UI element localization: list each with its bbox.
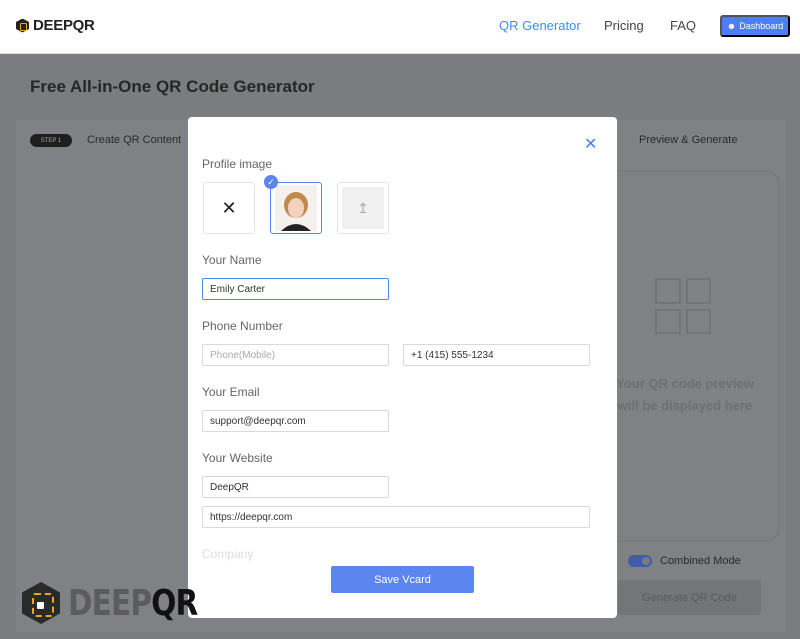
- generate-qr-button[interactable]: Generate QR Code: [618, 580, 761, 615]
- profile-photo: [275, 185, 317, 231]
- qr-placeholder-icon: [655, 278, 711, 334]
- step1-label: Create QR Content: [87, 134, 182, 146]
- combined-mode-label: Combined Mode: [660, 555, 741, 567]
- profile-image-label: Profile image: [202, 157, 273, 171]
- no-image-option[interactable]: ✕: [203, 182, 255, 234]
- profile-photo-option[interactable]: [270, 182, 322, 234]
- watermark-text: DEEPQR: [68, 582, 198, 624]
- website-url-input[interactable]: [202, 506, 590, 528]
- phone-preview-frame: [605, 170, 780, 542]
- phone-label: Phone Number: [202, 319, 283, 333]
- preview-placeholder: Your QR code preview will be displayed he…: [600, 373, 770, 417]
- name-input[interactable]: [202, 278, 389, 300]
- upload-image-option[interactable]: ↥: [337, 182, 389, 234]
- watermark-deep: DEEP: [68, 582, 152, 624]
- x-icon: ✕: [221, 197, 237, 218]
- watermark-logo: DEEPQR: [22, 582, 226, 624]
- dashboard-label: Dashboard: [739, 21, 784, 31]
- upload-icon: ↥: [342, 187, 384, 229]
- email-label: Your Email: [202, 385, 260, 399]
- top-nav-bar: DEEPQR QR Generator Pricing FAQ ☻ Dashboa…: [0, 0, 800, 54]
- nav-pricing[interactable]: Pricing: [604, 18, 644, 33]
- website-name-input[interactable]: [202, 476, 389, 498]
- vcard-modal: ✕ Profile image ✕ ✓ ↥ Your Name Phone Nu…: [188, 117, 617, 618]
- step2-label: Preview & Generate: [639, 134, 738, 146]
- page-title: Free All-in-One QR Code Generator: [30, 77, 315, 96]
- preview-line-2: will be displayed here: [617, 398, 753, 413]
- logo-icon: [16, 18, 29, 33]
- company-label: Company: [202, 547, 254, 561]
- dashboard-button[interactable]: ☻ Dashboard: [720, 15, 790, 37]
- step1-badge: STEP 1: [30, 134, 72, 147]
- phone-input[interactable]: [403, 344, 590, 366]
- phone-mobile-input[interactable]: [202, 344, 389, 366]
- selected-check-icon: ✓: [264, 175, 278, 189]
- brand-name: DEEPQR: [33, 17, 95, 34]
- watermark-qr: QR: [151, 582, 198, 624]
- close-icon[interactable]: ✕: [584, 134, 597, 154]
- website-label: Your Website: [202, 451, 273, 465]
- user-icon: ☻: [726, 21, 737, 31]
- deepqr-logo-icon: [22, 582, 60, 624]
- nav-faq[interactable]: FAQ: [670, 18, 696, 33]
- save-vcard-button[interactable]: Save Vcard: [331, 566, 474, 593]
- preview-line-1: Your QR code preview: [616, 376, 754, 391]
- email-input[interactable]: [202, 410, 389, 432]
- nav-qr-generator[interactable]: QR Generator: [499, 18, 581, 33]
- name-label: Your Name: [202, 253, 262, 267]
- combined-mode-toggle[interactable]: [628, 555, 652, 567]
- brand-logo[interactable]: DEEPQR: [16, 17, 95, 34]
